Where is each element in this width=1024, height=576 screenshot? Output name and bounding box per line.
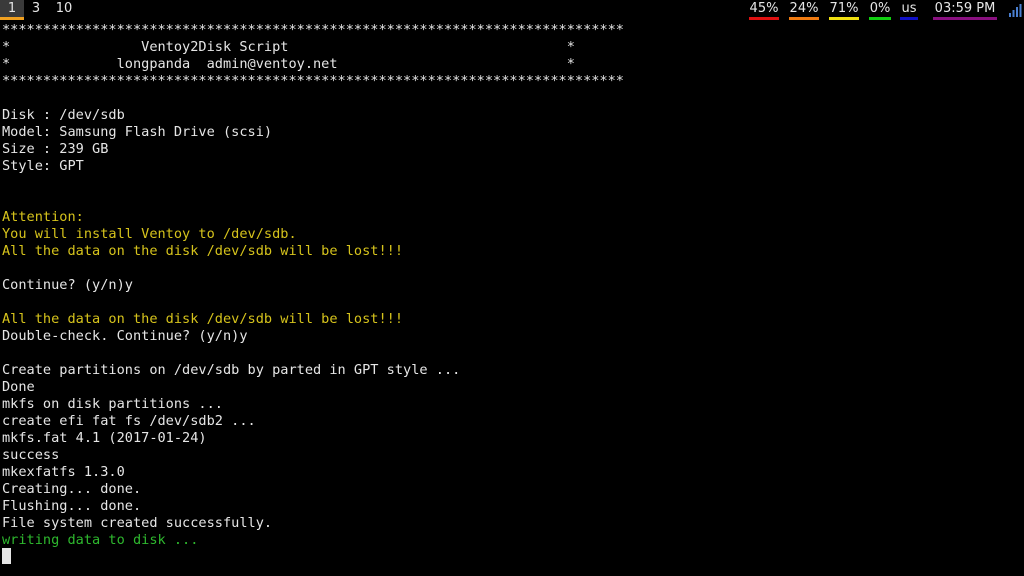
terminal-line: Style: GPT <box>2 158 84 174</box>
cpu-usage-bar <box>749 17 779 20</box>
terminal-line: Flushing... done. <box>2 498 142 514</box>
terminal-line: Double-check. Continue? (y/n)y <box>2 328 248 344</box>
clock-label: 03:59 PM <box>934 1 996 16</box>
disk-usage-label: 71% <box>829 1 859 16</box>
terminal-line: writing data to disk ... <box>2 532 199 548</box>
cpu-usage-label: 45% <box>749 1 779 16</box>
workspace-1[interactable]: 1 <box>0 0 24 20</box>
disk-usage-bar <box>829 17 859 20</box>
terminal-line: Continue? (y/n)y <box>2 277 133 293</box>
swap-usage-label: 0% <box>869 1 891 16</box>
terminal-line: * longpanda admin@ventoy.net * <box>2 56 575 72</box>
terminal-line: Create partitions on /dev/sdb by parted … <box>2 362 461 378</box>
terminal-line: Creating... done. <box>2 481 142 497</box>
top-status-bar: 1 3 10 45% 24% 71% 0% us 03:59 PM <box>0 0 1024 20</box>
swap-usage: 0% <box>869 0 891 20</box>
terminal-line: Model: Samsung Flash Drive (scsi) <box>2 124 273 140</box>
terminal-line: create efi fat fs /dev/sdb2 ... <box>2 413 256 429</box>
memory-usage: 24% <box>789 0 819 20</box>
signal-bars-icon[interactable] <box>1008 3 1022 17</box>
terminal-line: All the data on the disk /dev/sdb will b… <box>2 311 404 327</box>
terminal-line: mkexfatfs 1.3.0 <box>2 464 125 480</box>
cpu-usage: 45% <box>749 0 779 20</box>
terminal-line: success <box>2 447 60 463</box>
terminal-line: Attention: <box>2 209 84 225</box>
terminal-line: All the data on the disk /dev/sdb will b… <box>2 243 404 259</box>
keyboard-layout-bar <box>900 17 918 20</box>
terminal-line: mkfs on disk partitions ... <box>2 396 223 412</box>
workspace-10[interactable]: 10 <box>50 0 78 20</box>
terminal-output[interactable]: ****************************************… <box>2 22 1022 549</box>
terminal-line: Done <box>2 379 35 395</box>
terminal-line: File system created successfully. <box>2 515 273 531</box>
terminal-cursor <box>2 548 11 564</box>
memory-usage-bar <box>789 17 819 20</box>
terminal-line: Disk : /dev/sdb <box>2 107 125 123</box>
clock[interactable]: 03:59 PM <box>933 0 997 20</box>
terminal-line: ****************************************… <box>2 22 624 38</box>
workspace-3[interactable]: 3 <box>27 0 45 20</box>
keyboard-layout[interactable]: us <box>900 0 918 20</box>
memory-usage-label: 24% <box>789 1 819 16</box>
terminal-line: mkfs.fat 4.1 (2017-01-24) <box>2 430 207 446</box>
disk-usage: 71% <box>829 0 859 20</box>
clock-bar <box>933 17 997 20</box>
terminal-line: * Ventoy2Disk Script * <box>2 39 575 55</box>
keyboard-layout-label: us <box>901 1 917 16</box>
swap-usage-bar <box>869 17 891 20</box>
terminal-line: ****************************************… <box>2 73 624 89</box>
terminal-line: Size : 239 GB <box>2 141 109 157</box>
terminal-line: You will install Ventoy to /dev/sdb. <box>2 226 297 242</box>
